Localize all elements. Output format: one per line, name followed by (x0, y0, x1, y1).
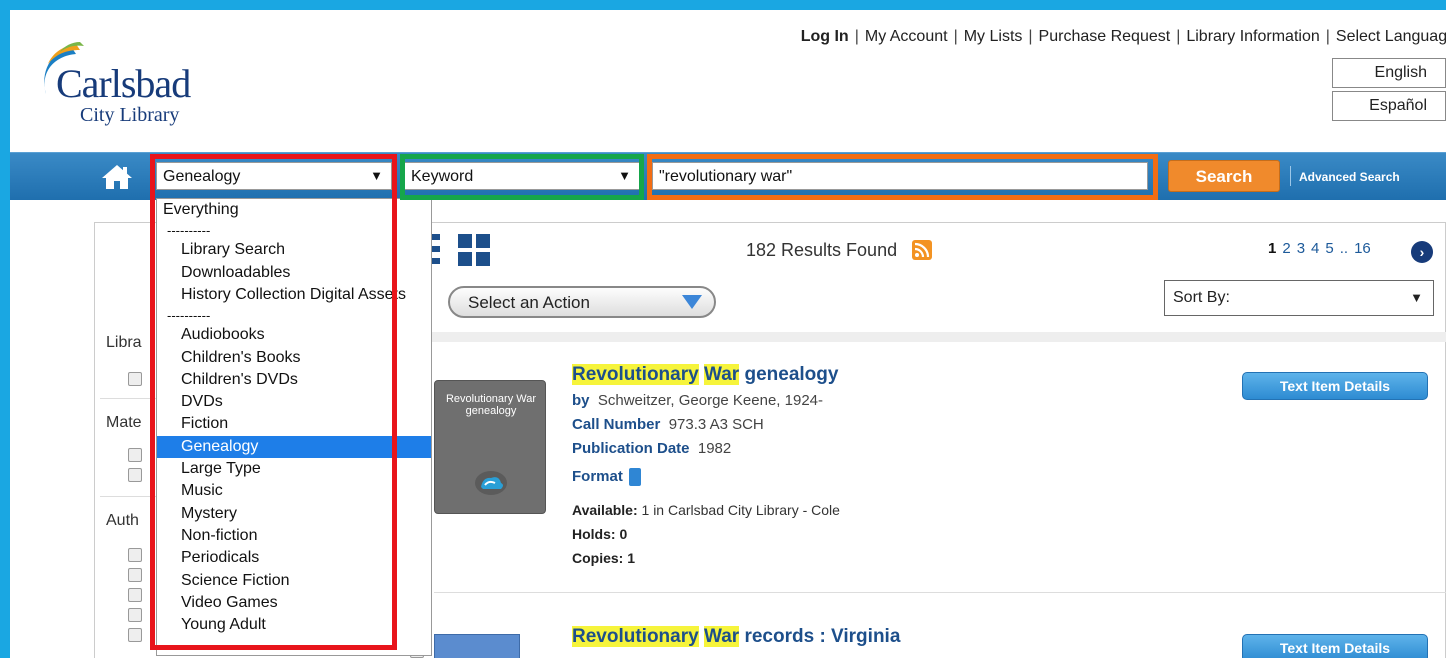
call-number-value: 973.3 A3 SCH (668, 416, 764, 433)
select-language-link[interactable]: Select Language (1336, 28, 1446, 45)
text-item-details-button[interactable]: Text Item Details (1242, 634, 1428, 658)
copies-label: Copies: (572, 550, 624, 566)
copies-value: 1 (627, 550, 636, 566)
my-account-link[interactable]: My Account (865, 28, 948, 45)
sort-select-label: Sort By: (1173, 289, 1230, 306)
search-type-highlight-box (400, 154, 644, 200)
browser-viewport: Carlsbad City Library Log In | My Account |… (10, 10, 1446, 658)
sidebar-checkbox[interactable] (128, 448, 142, 462)
holds-value: 0 (619, 526, 628, 542)
author-value[interactable]: Schweitzer, George Keene, 1924- (598, 392, 823, 409)
sidebar-checkbox[interactable] (128, 568, 142, 582)
sidebar-checkbox[interactable] (128, 468, 142, 482)
results-count: 182 Results Found (746, 240, 898, 260)
next-page-icon[interactable]: › (1411, 241, 1433, 263)
sidebar-checkbox[interactable] (128, 548, 142, 562)
library-information-link[interactable]: Library Information (1186, 28, 1319, 45)
english-button[interactable]: English (1332, 58, 1446, 88)
result-title[interactable]: Revolutionary War records : Virginia (572, 626, 900, 648)
book-icon[interactable] (628, 468, 641, 487)
sidebar-checkbox[interactable] (128, 588, 142, 602)
page-link[interactable]: 3 (1297, 240, 1305, 257)
author-label: by (572, 392, 590, 409)
search-input-highlight-box (647, 154, 1158, 200)
result-format: Format (572, 468, 641, 487)
logo-main-text: Carlsbad (56, 61, 191, 106)
select-action-label: Select an Action (468, 293, 590, 312)
result-author: by Schweitzer, George Keene, 1924- (572, 392, 823, 409)
my-lists-link[interactable]: My Lists (964, 28, 1023, 45)
available-value: 1 in Carlsbad City Library - Cole (641, 502, 840, 518)
collection-highlight-box (150, 154, 397, 650)
page-ellipsis: .. (1339, 240, 1349, 257)
chevron-down-icon: ▼ (1410, 290, 1423, 305)
logo-sub-text: City Library (80, 104, 180, 126)
page-current[interactable]: 1 (1268, 240, 1276, 257)
sort-select[interactable]: Sort By: ▼ (1164, 280, 1434, 316)
search-button[interactable]: Search (1168, 160, 1280, 192)
title-highlight: Revolutionary (572, 364, 699, 385)
page-link[interactable]: 2 (1282, 240, 1290, 257)
library-logo[interactable]: Carlsbad City Library (32, 42, 232, 132)
book-cover[interactable]: Revolutionary War genealogy (434, 380, 546, 514)
call-number-label: Call Number (572, 416, 661, 433)
grid-view-icon[interactable] (458, 234, 490, 266)
publication-date-value: 1982 (697, 440, 732, 457)
title-highlight: Revolutionary (572, 626, 699, 647)
result-holds: Holds: 0 (572, 526, 627, 542)
sidebar-checkbox[interactable] (128, 372, 142, 386)
results-separator (428, 332, 1446, 342)
cover-title: Revolutionary War genealogy (445, 393, 537, 417)
publication-date-label: Publication Date (572, 440, 690, 457)
pagination: 1 2 3 4 5.. 16 (1268, 240, 1377, 257)
sidebar-material-heading: Mate (106, 414, 142, 431)
home-icon[interactable] (100, 163, 134, 191)
result-call-number: Call Number 973.3 A3 SCH (572, 416, 764, 433)
top-links: Log In | My Account | My Lists | Purchase Requ… (801, 28, 1446, 46)
title-highlight: War (703, 364, 740, 385)
result-availability: Available: 1 in Carlsbad City Library - … (572, 502, 840, 518)
dropdown-arrow-icon (682, 295, 702, 309)
cloud-library-icon (475, 471, 507, 495)
book-cover[interactable] (434, 634, 520, 658)
espanol-button[interactable]: Español (1332, 91, 1446, 121)
title-highlight: War (703, 626, 740, 647)
result-copies: Copies: 1 (572, 550, 635, 566)
title-rest: genealogy (744, 364, 839, 385)
login-link[interactable]: Log In (801, 28, 849, 45)
holds-label: Holds: (572, 526, 616, 542)
title-rest: records : Virginia (744, 626, 901, 647)
sidebar-checkbox[interactable] (128, 628, 142, 642)
sidebar-library-heading: Libra (106, 334, 142, 351)
available-label: Available: (572, 502, 638, 518)
result-title[interactable]: Revolutionary War genealogy (572, 364, 838, 386)
select-action-dropdown[interactable]: Select an Action (448, 286, 716, 318)
sidebar-author-heading: Auth (106, 512, 139, 529)
text-item-details-button[interactable]: Text Item Details (1242, 372, 1428, 400)
rss-icon[interactable] (912, 240, 932, 260)
sidebar-checkbox[interactable] (128, 608, 142, 622)
page-link[interactable]: 16 (1354, 240, 1371, 257)
page-link[interactable]: 4 (1311, 240, 1319, 257)
advanced-search-link[interactable]: Advanced Search (1290, 166, 1400, 186)
result-publication-date: Publication Date 1982 (572, 440, 731, 457)
site-header: Carlsbad City Library Log In | My Account |… (10, 10, 1446, 152)
format-label: Format (572, 468, 623, 485)
result-divider (434, 592, 1446, 593)
purchase-request-link[interactable]: Purchase Request (1039, 28, 1171, 45)
page-link[interactable]: 5 (1325, 240, 1333, 257)
